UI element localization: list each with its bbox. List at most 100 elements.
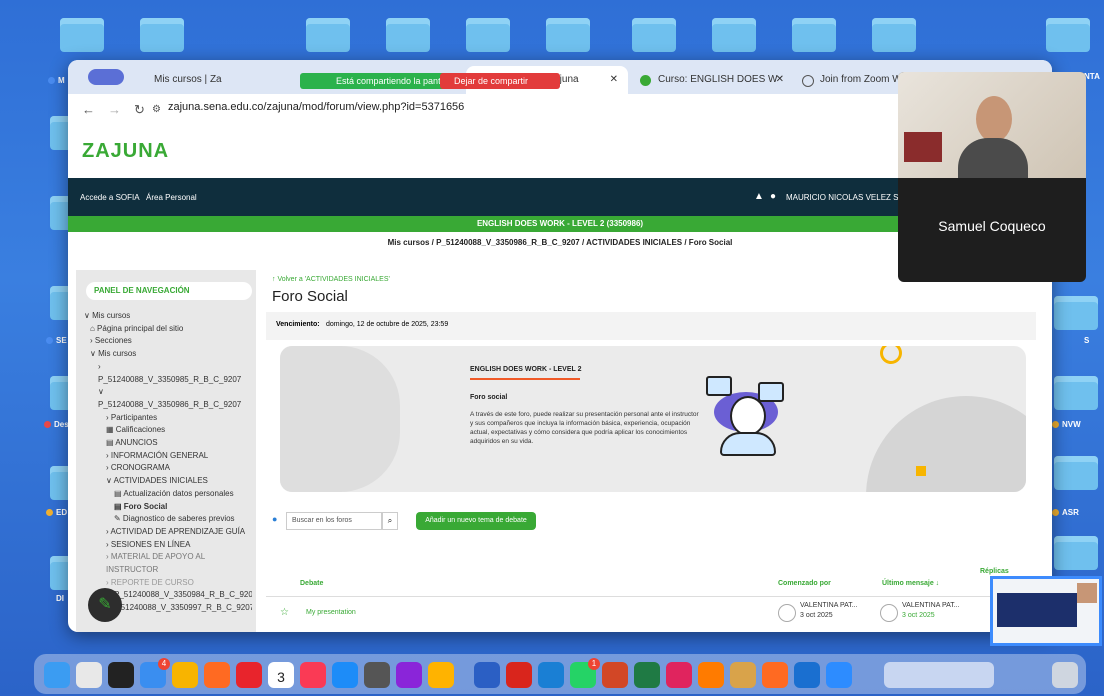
screen-recorder-icon[interactable] — [666, 662, 692, 688]
folder-icon[interactable] — [1046, 18, 1090, 52]
pencil-icon[interactable]: ✎ — [88, 588, 122, 622]
chat-icon[interactable]: ● — [770, 191, 776, 202]
started-by-name[interactable]: VALENTINA PAT... — [800, 602, 858, 609]
last-post-date[interactable]: 3 oct 2025 — [902, 612, 935, 619]
folder-icon[interactable] — [1054, 536, 1098, 570]
site-settings-icon[interactable]: ⚙ — [152, 104, 161, 115]
add-topic-button[interactable]: Añadir un nuevo tema de debate — [416, 512, 536, 530]
nav-item[interactable]: P_51240088_V_3350986_R_B_C_9207 — [84, 399, 252, 412]
calendar-icon[interactable]: 3 — [268, 662, 294, 688]
table-row[interactable]: ☆ My presentation VALENTINA PAT... 3 oct… — [266, 600, 1036, 628]
user-menu[interactable]: MAURICIO NICOLAS VELEZ SIE — [786, 193, 906, 202]
trash-icon[interactable] — [1052, 662, 1078, 688]
launchpad-icon[interactable] — [76, 662, 102, 688]
nav-item[interactable]: ▤ ANUNCIOS — [84, 437, 252, 450]
app-store-icon[interactable] — [332, 662, 358, 688]
last-post-name[interactable]: VALENTINA PAT... — [902, 602, 960, 609]
nav-item[interactable]: ▤ Actualización datos personales — [84, 488, 252, 501]
folder-icon[interactable] — [466, 18, 510, 52]
nav-item[interactable]: › INFORMACIÓN GENERAL — [84, 450, 252, 463]
folder-icon[interactable] — [1054, 376, 1098, 410]
folder-icon[interactable] — [792, 18, 836, 52]
col-replies[interactable]: Réplicas — [980, 568, 1009, 575]
outlook-icon[interactable] — [794, 662, 820, 688]
help-icon[interactable]: ● — [272, 514, 277, 524]
zajuna-logo[interactable]: ZAJUNA — [82, 140, 169, 163]
firefox-icon[interactable] — [204, 662, 230, 688]
col-last-post[interactable]: Último mensaje ↓ — [882, 580, 939, 587]
open-box-icon[interactable] — [730, 662, 756, 688]
nubank-icon[interactable] — [396, 662, 422, 688]
word-icon[interactable] — [474, 662, 500, 688]
tab-curso[interactable]: Curso: ENGLISH DOES W ✕ — [638, 66, 788, 94]
nav-sofia-link[interactable]: Accede a SOFIA — [80, 193, 140, 202]
finder-icon[interactable] — [44, 662, 70, 688]
col-debate[interactable]: Debate — [300, 580, 323, 587]
nav-item[interactable]: › Secciones — [84, 335, 252, 348]
tab-overview-icon[interactable] — [88, 69, 124, 85]
nav-item[interactable]: P_51240088_V_3350985_R_B_C_9207 — [84, 374, 252, 387]
folder-icon[interactable] — [306, 18, 350, 52]
folder-icon[interactable] — [386, 18, 430, 52]
forward-arrow-icon[interactable]: → — [108, 102, 121, 117]
search-input[interactable]: Buscar en los foros — [286, 512, 382, 530]
back-arrow-icon[interactable]: ← — [82, 102, 95, 117]
back-link[interactable]: ↑ Volver a 'ACTIVIDADES INICIALES' — [272, 276, 390, 283]
close-icon[interactable]: ✕ — [610, 66, 618, 94]
topic-link[interactable]: My presentation — [306, 609, 356, 616]
folder-icon[interactable] — [546, 18, 590, 52]
powerpoint-icon[interactable] — [602, 662, 628, 688]
nav-item[interactable]: ∨ — [84, 386, 252, 399]
nav-item[interactable]: › CRONOGRAMA — [84, 462, 252, 475]
folder-icon[interactable] — [1054, 296, 1098, 330]
folder-icon[interactable] — [632, 18, 676, 52]
nav-item[interactable]: ✎ Diagnostico de saberes previos — [84, 513, 252, 526]
tab-zoom[interactable]: Join from Zoom W — [800, 66, 910, 94]
folder-icon[interactable] — [872, 18, 916, 52]
chrome-icon[interactable] — [172, 662, 198, 688]
chatgpt-icon[interactable] — [364, 662, 390, 688]
opera-icon[interactable] — [236, 662, 262, 688]
nav-item[interactable]: INSTRUCTOR — [84, 564, 252, 577]
bell-icon[interactable]: ▲ — [754, 191, 764, 202]
star-icon[interactable]: ☆ — [280, 607, 289, 618]
notes-icon[interactable] — [428, 662, 454, 688]
stop-sharing-button[interactable]: Dejar de compartir — [440, 73, 560, 89]
recent-windows[interactable] — [884, 662, 994, 688]
nav-item-active[interactable]: ▤ Foro Social — [84, 501, 252, 514]
music-icon[interactable] — [300, 662, 326, 688]
card-heading: Foro social — [470, 394, 508, 401]
folder-icon[interactable] — [712, 18, 756, 52]
search-icon[interactable]: ⌕ — [382, 512, 398, 530]
zoom-icon[interactable] — [826, 662, 852, 688]
firefox-dev-icon[interactable] — [762, 662, 788, 688]
mail-icon[interactable]: 4 — [140, 658, 170, 688]
zoom-video-tile[interactable]: Samuel Coqueco — [898, 72, 1086, 282]
nav-item[interactable]: ▦ Calificaciones — [84, 424, 252, 437]
nav-item[interactable]: ∨ ACTIVIDADES INICIALES — [84, 475, 252, 488]
excel-icon[interactable] — [634, 662, 660, 688]
phone-icon[interactable] — [108, 662, 134, 688]
folder-icon[interactable] — [60, 18, 104, 52]
nav-area-personal-link[interactable]: Área Personal — [146, 193, 197, 202]
nav-item[interactable]: › SESIONES EN LÍNEA — [84, 539, 252, 552]
nav-item[interactable]: ∨ Mis cursos — [84, 348, 252, 361]
folder-icon[interactable] — [1054, 456, 1098, 490]
nav-item[interactable]: ∨ Mis cursos — [84, 310, 252, 323]
close-icon[interactable]: ✕ — [776, 66, 784, 94]
nav-item[interactable]: › Participantes — [84, 412, 252, 425]
reload-icon[interactable]: ↻ — [134, 102, 145, 118]
nav-item[interactable]: › — [84, 361, 252, 374]
nav-item[interactable]: › ACTIVIDAD DE APRENDIZAJE GUÍA — [84, 526, 252, 539]
acrobat-icon[interactable] — [506, 662, 532, 688]
nav-item[interactable]: ⌂ Página principal del sitio — [84, 323, 252, 336]
col-started-by[interactable]: Comenzado por — [778, 580, 831, 587]
whatsapp-icon[interactable]: 1 — [570, 658, 600, 688]
player-icon[interactable] — [698, 662, 724, 688]
tab-mis-cursos[interactable]: Mis cursos | Za — [154, 66, 294, 94]
edge-icon[interactable] — [538, 662, 564, 688]
folder-icon[interactable] — [140, 18, 184, 52]
url-input[interactable]: zajuna.sena.edu.co/zajuna/mod/forum/view… — [168, 101, 464, 113]
share-preview-thumbnail[interactable] — [990, 576, 1102, 646]
nav-item[interactable]: › MATERIAL DE APOYO AL — [84, 551, 252, 564]
